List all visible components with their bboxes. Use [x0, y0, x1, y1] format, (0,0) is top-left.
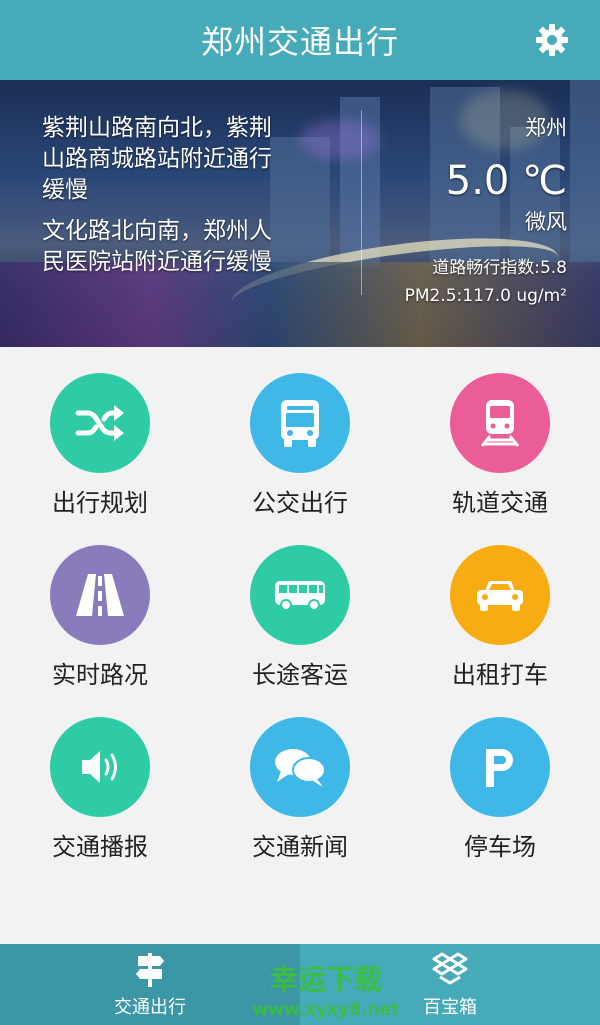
grid-item-taxi[interactable]: 出租打车 — [400, 519, 600, 691]
chat-bubbles-icon — [250, 717, 350, 817]
speaker-icon — [50, 717, 150, 817]
bottom-nav: 交通出行 百宝箱 — [0, 944, 600, 1025]
grid-item-label: 实时路况 — [52, 661, 148, 689]
train-icon — [450, 373, 550, 473]
signpost-icon — [136, 952, 164, 987]
grid-item-broadcast[interactable]: 交通播报 — [0, 691, 200, 863]
dropbox-icon — [432, 952, 468, 984]
news-item[interactable]: 文化路北向南，郑州人民医院站附近通行缓慢 — [42, 216, 287, 278]
news-item[interactable]: 紫荆山路南向北，紫荆山路商城路站附近通行缓慢 — [42, 113, 287, 206]
road-icon — [50, 545, 150, 645]
app-header: 郑州交通出行 — [0, 0, 600, 80]
feature-grid: 出行规划 公交出行 轨道交通 实时路况 长途客运 出租打车 交通播报 交通新闻 … — [0, 347, 600, 944]
grid-item-label: 交通播报 — [52, 833, 148, 861]
grid-item-rail[interactable]: 轨道交通 — [400, 347, 600, 519]
grid-item-parking[interactable]: 停车场 — [400, 691, 600, 863]
weather-wind: 微风 — [525, 210, 567, 234]
shuffle-icon — [50, 373, 150, 473]
weather-city: 郑州 — [525, 116, 567, 140]
grid-item-news[interactable]: 交通新闻 — [200, 691, 400, 863]
bus-front-icon — [250, 373, 350, 473]
gear-icon[interactable] — [534, 22, 570, 58]
coach-bus-icon — [250, 545, 350, 645]
info-banner[interactable]: 紫荆山路南向北，紫荆山路商城路站附近通行缓慢 文化路北向南，郑州人民医院站附近通… — [0, 80, 600, 347]
nav-item-label: 交通出行 — [114, 996, 186, 1018]
nav-item-toolbox[interactable]: 百宝箱 — [300, 944, 600, 1025]
grid-item-label: 公交出行 — [252, 489, 348, 517]
grid-item-label: 长途客运 — [252, 661, 348, 689]
grid-item-label: 出租打车 — [452, 661, 548, 689]
grid-item-label: 出行规划 — [52, 489, 148, 517]
grid-item-label: 交通新闻 — [252, 833, 348, 861]
grid-item-coach[interactable]: 长途客运 — [200, 519, 400, 691]
page-title: 郑州交通出行 — [200, 23, 399, 61]
traffic-index: 道路畅行指数:5.8 — [432, 258, 567, 278]
grid-item-label: 停车场 — [464, 833, 536, 861]
grid-item-label: 轨道交通 — [452, 489, 548, 517]
pm25-reading: PM2.5:117.0 ug/m² — [404, 286, 567, 306]
traffic-news: 紫荆山路南向北，紫荆山路商城路站附近通行缓慢 文化路北向南，郑州人民医院站附近通… — [42, 113, 287, 288]
grid-item-bus[interactable]: 公交出行 — [200, 347, 400, 519]
weather-panel: 郑州 5.0 ℃ 微风 道路畅行指数:5.8 PM2.5:117.0 ug/m² — [405, 113, 567, 309]
parking-icon — [450, 717, 550, 817]
weather-temperature: 5.0 ℃ — [445, 158, 567, 204]
grid-item-live-traffic[interactable]: 实时路况 — [0, 519, 200, 691]
nav-item-transport[interactable]: 交通出行 — [0, 944, 300, 1025]
nav-item-label: 百宝箱 — [423, 996, 477, 1018]
grid-item-trip-planning[interactable]: 出行规划 — [0, 347, 200, 519]
taxi-car-icon — [450, 545, 550, 645]
